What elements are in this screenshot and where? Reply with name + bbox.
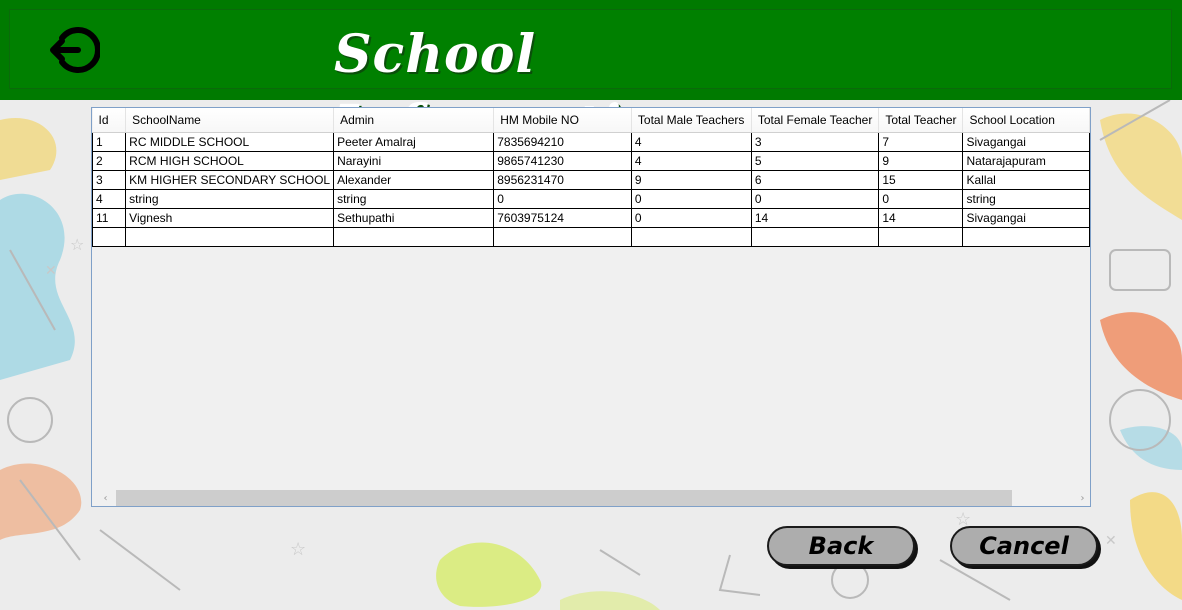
cancel-button[interactable]: Cancel (950, 526, 1098, 566)
table-cell[interactable]: 9 (631, 170, 752, 190)
table-cell[interactable]: Sivagangai (962, 131, 1090, 152)
table-cell[interactable]: 7835694210 (493, 131, 632, 152)
horizontal-scrollbar[interactable]: ‹ › (92, 490, 1090, 506)
svg-text:☆: ☆ (290, 539, 306, 560)
table-row[interactable]: 4 string string 0 0 0 0 string (92, 189, 1090, 209)
table-cell[interactable] (333, 227, 495, 247)
back-button[interactable]: Back (767, 526, 915, 566)
table-cell[interactable]: Peeter Amalraj (333, 131, 495, 152)
table-cell[interactable]: 7 (878, 131, 964, 152)
table-cell[interactable]: 0 (631, 189, 752, 209)
table-cell[interactable]: 11 (92, 208, 127, 228)
column-header-total-teachers[interactable]: Total Teacher (878, 108, 964, 133)
column-header-female-teachers[interactable]: Total Female Teacher (751, 108, 880, 133)
table-cell[interactable] (751, 227, 880, 247)
table-cell[interactable] (878, 227, 964, 247)
header-row: Id SchoolName Admin HM Mobile NO Total M… (92, 108, 1090, 133)
table-cell[interactable]: RCM HIGH SCHOOL (125, 151, 335, 171)
table-cell[interactable] (92, 227, 127, 247)
page-title: School Informations (334, 24, 726, 155)
table-cell[interactable]: string (125, 189, 335, 209)
table-cell[interactable]: 5 (751, 151, 880, 171)
table-cell[interactable]: Sethupathi (333, 208, 495, 228)
new-row[interactable] (92, 227, 1090, 247)
svg-text:✕: ✕ (45, 263, 57, 279)
table-cell[interactable]: RC MIDDLE SCHOOL (125, 131, 335, 152)
table-cell[interactable]: 15 (878, 170, 964, 190)
table-cell[interactable] (493, 227, 632, 247)
column-header-school-name[interactable]: SchoolName (125, 108, 335, 133)
column-header-admin[interactable]: Admin (333, 108, 495, 133)
svg-text:☆: ☆ (70, 235, 84, 254)
scroll-right-icon[interactable]: › (1074, 490, 1090, 506)
table-cell[interactable]: 0 (493, 189, 632, 209)
table-cell[interactable]: string (962, 189, 1090, 209)
table-cell[interactable]: Narayini (333, 151, 495, 171)
scroll-left-icon[interactable]: ‹ (97, 490, 114, 506)
table-cell[interactable]: 9 (878, 151, 964, 171)
table-cell[interactable]: Sivagangai (962, 208, 1090, 228)
table-cell[interactable]: string (333, 189, 495, 209)
data-table: Id SchoolName Admin HM Mobile NO Total M… (92, 108, 1090, 247)
header-bar: School Informations (0, 0, 1182, 155)
table-cell[interactable]: 7603975124 (493, 208, 632, 228)
column-header-male-teachers[interactable]: Total Male Teachers (631, 108, 752, 133)
table-cell[interactable]: 4 (92, 189, 127, 209)
table-row[interactable]: 1 RC MIDDLE SCHOOL Peeter Amalraj 783569421… (92, 131, 1090, 152)
logout-back-icon[interactable] (48, 24, 101, 76)
table-cell[interactable]: 8956231470 (493, 170, 632, 190)
svg-text:✕: ✕ (1105, 533, 1117, 549)
column-header-id[interactable]: Id (92, 108, 127, 133)
table-cell[interactable]: Vignesh (125, 208, 335, 228)
column-header-school-location[interactable]: School Location (962, 108, 1090, 133)
table-cell[interactable]: 3 (751, 131, 880, 152)
table-row[interactable]: 3 KM HIGHER SECONDARY SCHOOL Alexander 8956… (92, 170, 1090, 190)
column-header-hm-mobile[interactable]: HM Mobile NO (493, 108, 632, 133)
table-cell[interactable]: 1 (92, 131, 127, 152)
table-cell[interactable]: 3 (92, 170, 127, 190)
table-cell[interactable]: 4 (631, 151, 752, 171)
table-row[interactable]: 2 RCM HIGH SCHOOL Narayini 9865741230 4 5 9 Nat… (92, 151, 1090, 171)
table-cell[interactable]: 0 (751, 189, 880, 209)
table-cell[interactable]: 0 (878, 189, 964, 209)
table-cell[interactable]: 2 (92, 151, 127, 171)
table-cell[interactable]: Alexander (333, 170, 495, 190)
table-cell[interactable]: KM HIGHER SECONDARY SCHOOL (125, 170, 335, 190)
table-cell[interactable] (631, 227, 752, 247)
table-row[interactable]: 11 Vignesh Sethupathi 7603975124 0 14 14 Sivaga… (92, 208, 1090, 228)
table-cell[interactable] (125, 227, 335, 247)
table-cell[interactable]: 4 (631, 131, 752, 152)
table-cell[interactable] (962, 227, 1090, 247)
table-cell[interactable]: 14 (878, 208, 964, 228)
table-cell[interactable]: 9865741230 (493, 151, 632, 171)
table-cell[interactable]: Natarajapuram (962, 151, 1090, 171)
table-cell[interactable]: Kallal (962, 170, 1090, 190)
scrollbar-thumb[interactable] (116, 490, 1012, 506)
table-cell[interactable]: 6 (751, 170, 880, 190)
school-data-grid[interactable]: Id SchoolName Admin HM Mobile NO Total M… (91, 107, 1091, 507)
table-cell[interactable]: 14 (751, 208, 880, 228)
table-cell[interactable]: 0 (631, 208, 752, 228)
